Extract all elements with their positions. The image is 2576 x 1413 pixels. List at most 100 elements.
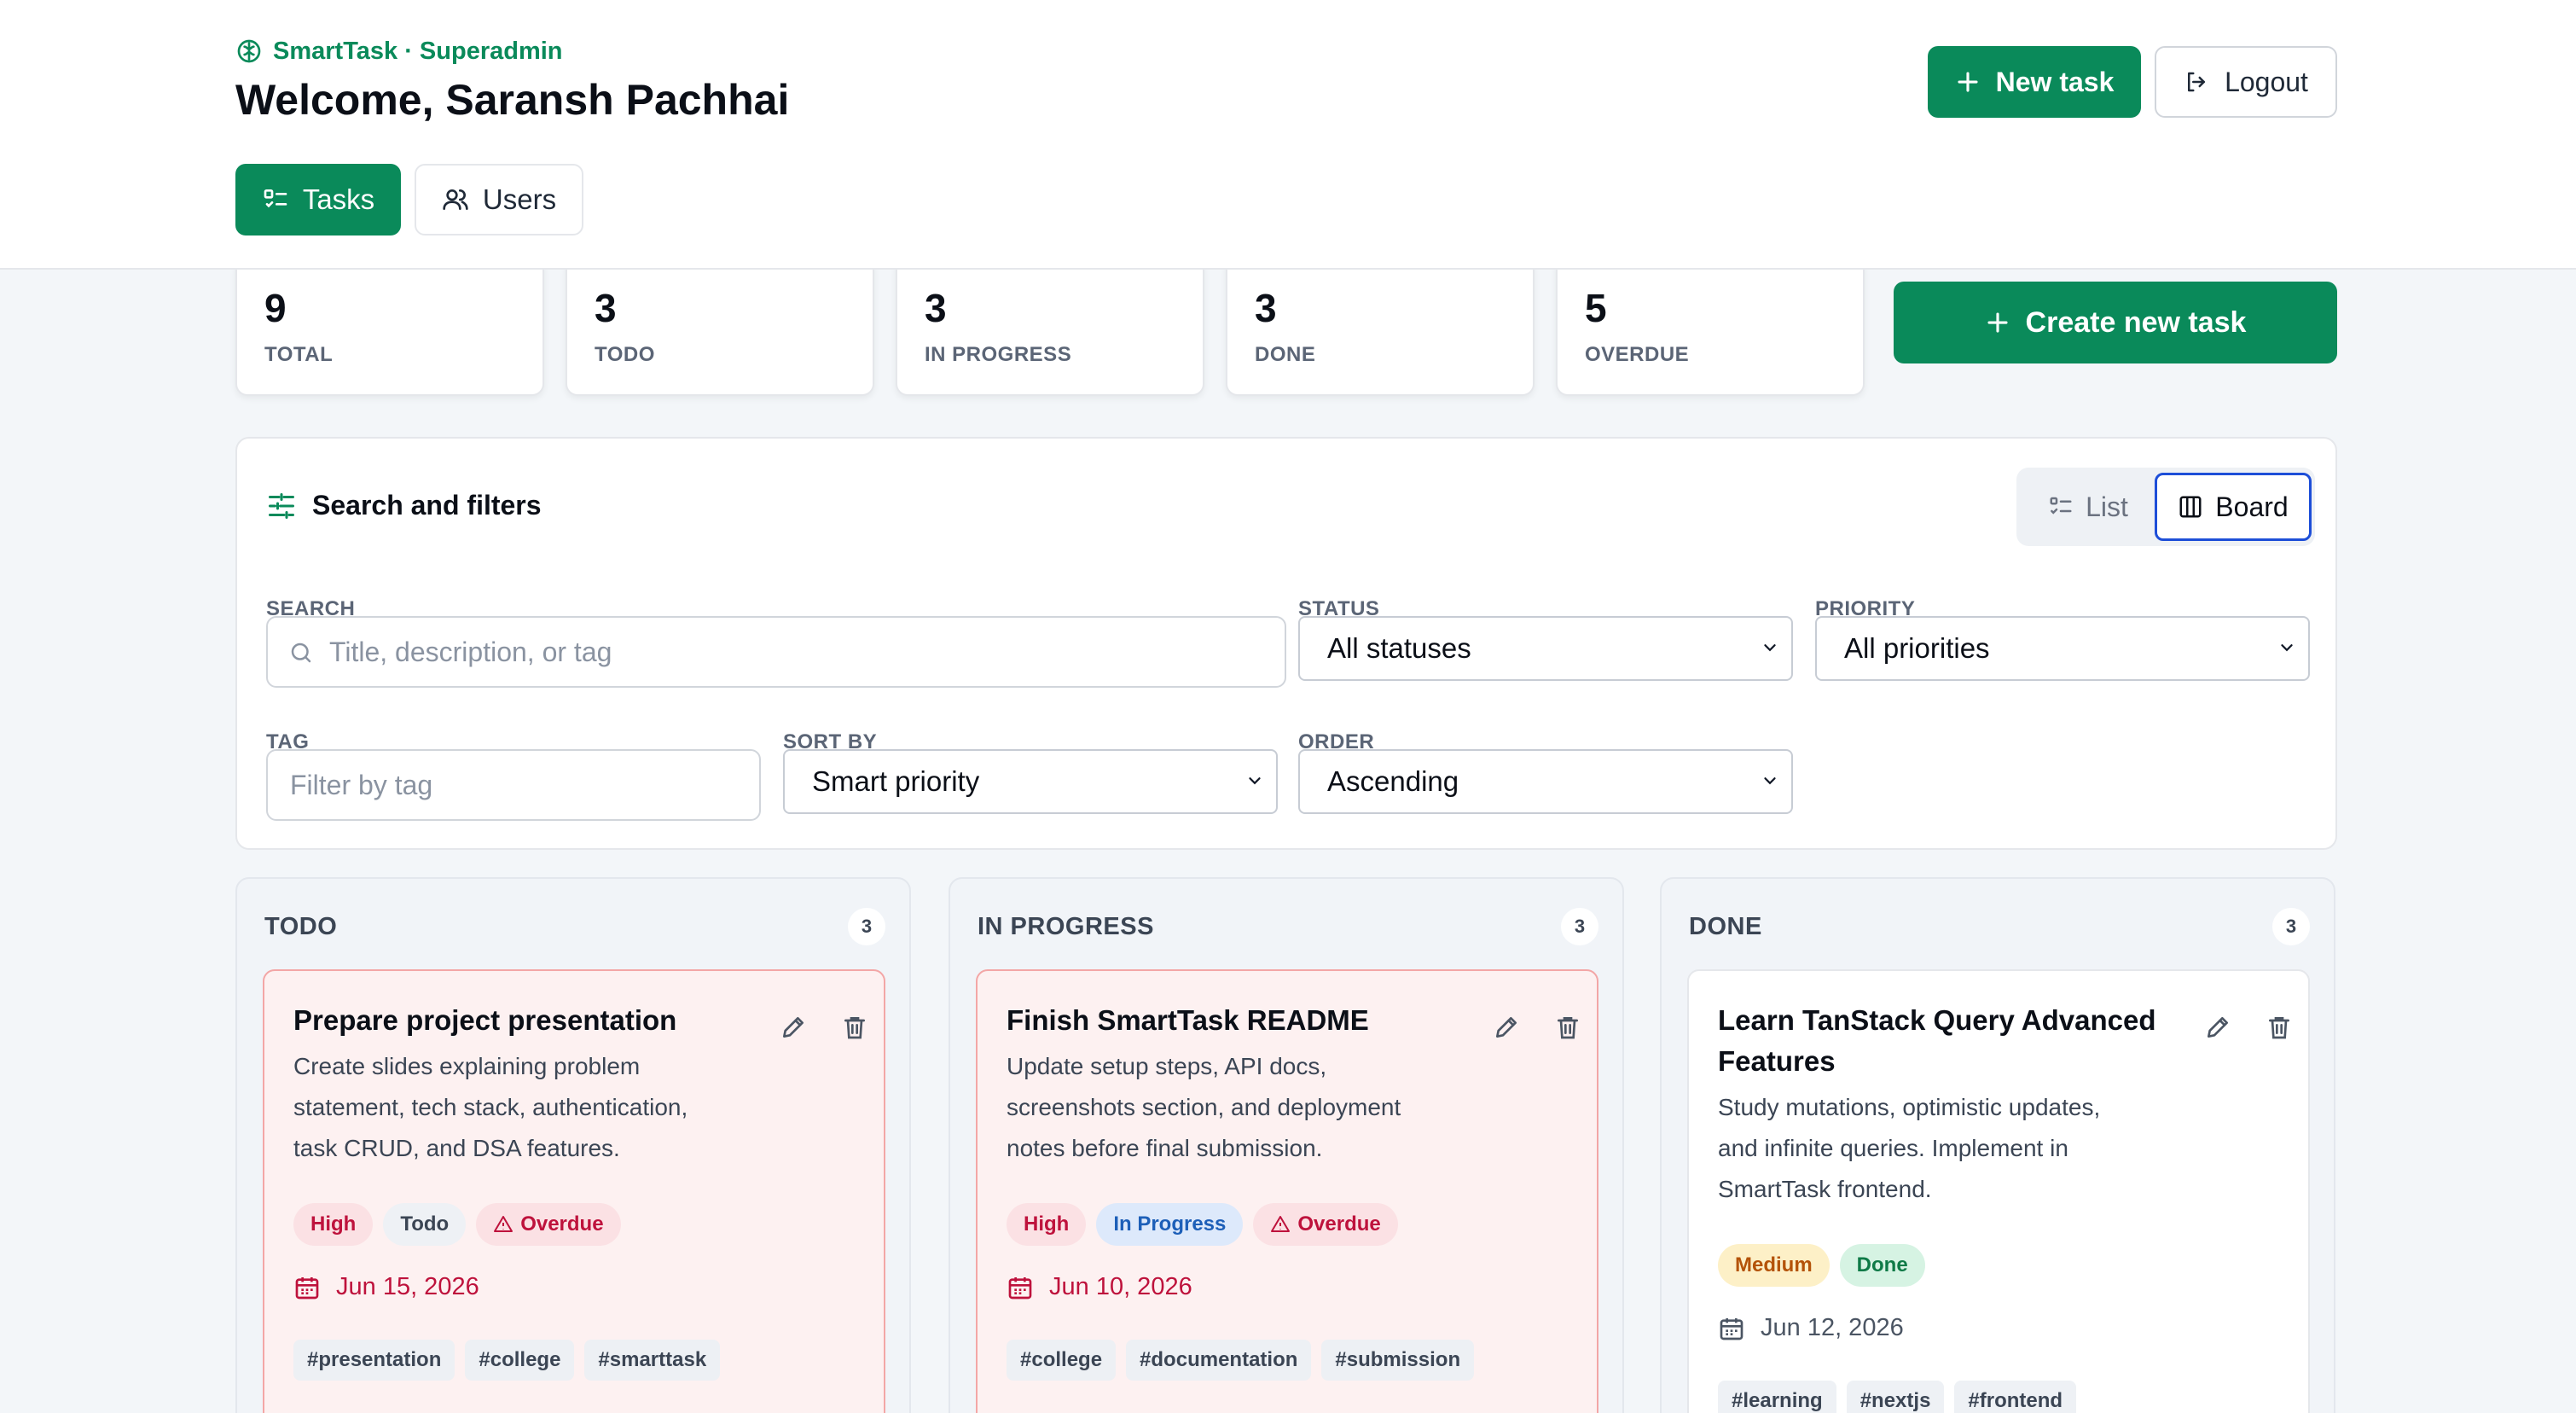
sort-select[interactable]: Smart priority [783,749,1278,814]
stat-value: 5 [1585,286,1607,330]
create-new-task-label: Create new task [2025,305,2247,339]
order-select[interactable]: Ascending [1298,749,1793,814]
view-board-button[interactable]: Board [2155,473,2312,541]
board-column-todo: TODO 3 Prepare project presentation Crea… [235,877,911,1413]
logout-button[interactable]: Logout [2155,46,2337,118]
tag-chip: #college [465,1340,575,1381]
column-title: TODO [264,913,338,940]
task-card[interactable]: Finish SmartTask README Update setup ste… [976,969,1598,1413]
brain-icon [237,39,261,63]
task-description: Update setup steps, API docs, screenshot… [1007,1053,1401,1161]
due-date-text: Jun 15, 2026 [336,1273,479,1300]
stat-label: TODO [595,343,655,366]
overdue-label: Overdue [520,1212,604,1236]
new-task-label: New task [1995,66,2115,97]
delete-task-button[interactable] [838,1010,872,1044]
task-description: Create slides explaining problem stateme… [293,1053,688,1161]
tag-chip: #nextjs [1846,1381,1945,1413]
pencil-icon [1496,1017,1517,1038]
calendar-icon [295,1276,319,1299]
plus-icon [1987,312,2008,333]
edit-task-button[interactable] [2201,1010,2235,1044]
delete-task-button[interactable] [1551,1010,1585,1044]
task-badges: Medium Done [1718,1244,1925,1287]
brand-text: SmartTask · Superadmin [273,37,563,65]
edit-task-button[interactable] [1489,1010,1523,1044]
logout-label: Logout [2225,66,2308,97]
filters-heading: Search and filters [266,490,542,521]
stat-label: DONE [1255,343,1316,366]
chevron-down-icon [1764,644,1776,652]
pencil-icon [783,1017,804,1038]
board-icon [2179,496,2202,518]
priority-badge: High [1007,1203,1087,1246]
alert-triangle-icon [494,1216,513,1232]
stat-label: TOTAL [264,343,334,366]
board-column-in-progress: IN PROGRESS 3 Finish SmartTask README Up… [949,877,1624,1413]
column-count: 3 [848,908,885,945]
stat-card-todo: 3 TODO [566,256,874,396]
view-list-button[interactable]: List [2025,473,2151,541]
due-date: Jun 15, 2026 [293,1273,479,1301]
column-count: 3 [1561,908,1598,945]
due-date: Jun 12, 2026 [1718,1314,1904,1342]
chevron-down-icon [1764,777,1776,785]
brand: SmartTask · Superadmin [235,36,563,67]
page-title: Welcome, Saransh Pachhai [235,76,790,124]
search-placeholder: Title, description, or tag [329,636,612,667]
search-input[interactable]: Title, description, or tag [266,616,1286,688]
tab-users[interactable]: Users [415,164,583,236]
stat-value: 3 [1255,286,1277,330]
tag-chip: #presentation [293,1340,455,1381]
tab-tasks[interactable]: Tasks [235,164,401,236]
tag-chip: #learning [1718,1381,1836,1413]
filters-title: Search and filters [312,490,542,520]
task-description: Study mutations, optimistic updates, and… [1718,1094,2101,1202]
trash-icon [1558,1017,1578,1039]
order-value: Ascending [1327,765,1459,797]
status-value: All statuses [1327,632,1471,664]
edit-task-button[interactable] [776,1010,810,1044]
users-icon [443,189,468,210]
calendar-icon [1720,1317,1743,1340]
due-date: Jun 10, 2026 [1007,1273,1192,1301]
status-badge: Todo [383,1203,467,1246]
task-title: Prepare project presentation [293,1004,677,1036]
board-column-done: DONE 3 Learn TanStack Query Advanced Fea… [1660,877,2335,1413]
stat-value: 3 [925,286,947,330]
task-card[interactable]: Prepare project presentation Create slid… [263,969,885,1413]
plus-icon [1958,72,1978,92]
stat-card-total: 9 TOTAL [235,256,544,396]
task-card[interactable]: Learn TanStack Query Advanced Features S… [1687,969,2310,1413]
overdue-badge: Overdue [476,1203,621,1246]
filters-panel: Search and filters List Board SEARCH Tit… [235,437,2337,850]
status-badge: Done [1839,1244,1925,1287]
due-date-text: Jun 10, 2026 [1049,1273,1192,1300]
create-new-task-button[interactable]: Create new task [1894,282,2337,363]
column-title: IN PROGRESS [978,913,1154,940]
chevron-down-icon [1249,777,1261,785]
due-date-text: Jun 12, 2026 [1761,1314,1904,1341]
stat-label: OVERDUE [1585,343,1690,366]
stat-card-in-progress: 3 IN PROGRESS [896,256,1204,396]
tag-chip: #submission [1321,1340,1475,1381]
status-badge: In Progress [1096,1203,1244,1246]
priority-select[interactable]: All priorities [1815,616,2310,681]
trash-icon [2269,1017,2289,1039]
tab-tasks-label: Tasks [302,183,375,215]
tag-filter-input[interactable]: Filter by tag [266,749,761,821]
view-list-label: List [2086,491,2128,522]
delete-task-button[interactable] [2262,1010,2296,1044]
task-title: Finish SmartTask README [1007,1004,1369,1036]
task-tags: #college #documentation #submission [1007,1340,1475,1381]
overdue-badge: Overdue [1253,1203,1398,1246]
app-header: SmartTask · Superadmin Welcome, Saransh … [0,0,2576,270]
new-task-button[interactable]: New task [1928,46,2141,118]
alert-triangle-icon [1271,1216,1291,1232]
logout-icon [2188,72,2206,92]
status-select[interactable]: All statuses [1298,616,1793,681]
view-toggle: List Board [2016,468,2315,546]
tag-chip: #smarttask [584,1340,721,1381]
stat-label: IN PROGRESS [925,343,1072,366]
tag-chip: #frontend [1954,1381,2077,1413]
